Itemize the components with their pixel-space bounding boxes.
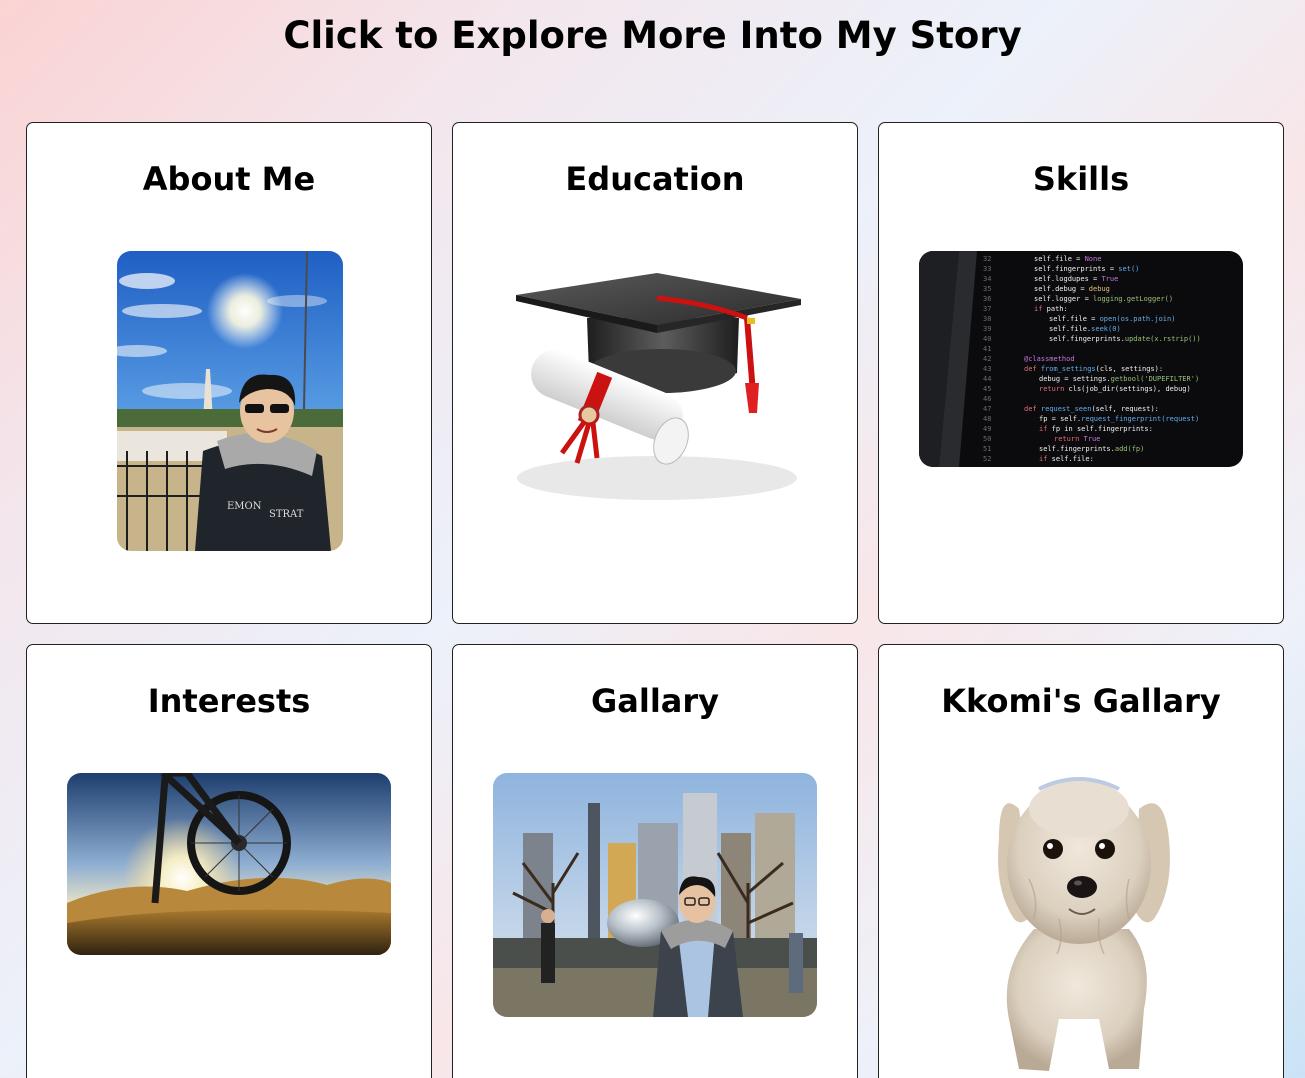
svg-text:def from_settings(cls, setting: def from_settings(cls, settings): [1024, 365, 1163, 373]
svg-text:43: 43 [983, 365, 991, 373]
svg-text:41: 41 [983, 345, 991, 353]
svg-text:34: 34 [983, 275, 991, 283]
svg-text:self.file = open(os.path.join): self.file = open(os.path.join) [1049, 315, 1175, 323]
svg-text:EMON: EMON [227, 501, 262, 512]
svg-text:47: 47 [983, 405, 991, 413]
svg-text:if fp in self.fingerprints:: if fp in self.fingerprints: [1039, 425, 1153, 433]
svg-text:45: 45 [983, 385, 991, 393]
card-gallary[interactable]: Gallary [452, 644, 858, 1078]
svg-text:self.fingerprints = set(): self.fingerprints = set() [1034, 265, 1139, 273]
svg-text:37: 37 [983, 305, 991, 313]
svg-text:self.file = None: self.file = None [1034, 255, 1101, 263]
svg-text:40: 40 [983, 335, 991, 343]
code-screen-icon: 32 33 34 35 36 37 38 39 40 41 42 43 44 45 46 47 48 4… [919, 251, 1243, 467]
card-title: Gallary [590, 682, 720, 720]
svg-text:self.file.seek(0): self.file.seek(0) [1049, 325, 1121, 333]
mountain-bike-icon [67, 773, 391, 955]
svg-text:self.logdupes = True: self.logdupes = True [1034, 275, 1118, 283]
svg-text:39: 39 [983, 325, 991, 333]
svg-text:35: 35 [983, 285, 991, 293]
svg-text:38: 38 [983, 315, 991, 323]
card-kkomis-gallary[interactable]: Kkomi's Gallary [878, 644, 1284, 1078]
svg-text:fp = self.request_fingerprint(: fp = self.request_fingerprint(request) [1039, 415, 1199, 423]
svg-text:def request_seen(self, request: def request_seen(self, request): [1024, 405, 1159, 413]
svg-text:self.debug = debug: self.debug = debug [1034, 285, 1110, 293]
svg-text:51: 51 [983, 445, 991, 453]
svg-text:46: 46 [983, 395, 991, 403]
svg-text:@classmethod: @classmethod [1024, 355, 1075, 363]
svg-text:self.fingerprints.update(x.rst: self.fingerprints.update(x.rstrip()) [1049, 335, 1201, 343]
photo-person-washington-monument-icon: EMON STRAT [117, 251, 343, 551]
svg-text:36: 36 [983, 295, 991, 303]
svg-text:if self.file:: if self.file: [1039, 455, 1094, 463]
svg-text:if path:: if path: [1034, 305, 1068, 313]
svg-text:return cls(job_dir(settings),: return cls(job_dir(settings), debug) [1039, 385, 1191, 393]
graduation-cap-diploma-icon [507, 263, 807, 523]
card-title: Skills [1032, 160, 1130, 198]
page-title: Click to Explore More Into My Story [283, 14, 1022, 57]
card-about-me[interactable]: About Me EMON STRAT [26, 122, 432, 624]
svg-text:STRAT: STRAT [269, 509, 304, 520]
svg-text:self.fingerprints.add(fp): self.fingerprints.add(fp) [1039, 445, 1144, 453]
card-title: Kkomi's Gallary [941, 682, 1221, 720]
photo-person-chicago-bean-icon [493, 773, 817, 1017]
svg-text:debug = settings.getbool('DUPE: debug = settings.getbool('DUPEFILTER') [1039, 375, 1199, 383]
svg-text:48: 48 [983, 415, 991, 423]
svg-text:42: 42 [983, 355, 991, 363]
svg-text:self.logger = logging.getLogge: self.logger = logging.getLogger() [1034, 295, 1173, 303]
svg-text:44: 44 [983, 375, 991, 383]
svg-text:33: 33 [983, 265, 991, 273]
card-interests[interactable]: Interests [26, 644, 432, 1078]
card-title: Interests [147, 682, 311, 720]
svg-text:52: 52 [983, 455, 991, 463]
white-dog-icon [979, 769, 1185, 1075]
card-skills[interactable]: Skills 32 33 34 35 36 37 38 39 40 41 42 43 44 45 4… [878, 122, 1284, 624]
svg-text:return True: return True [1054, 435, 1100, 443]
svg-text:32: 32 [983, 255, 991, 263]
svg-text:49: 49 [983, 425, 991, 433]
card-education[interactable]: Education [452, 122, 858, 624]
svg-text:50: 50 [983, 435, 991, 443]
card-title: Education [565, 160, 745, 198]
card-title: About Me [142, 160, 316, 198]
